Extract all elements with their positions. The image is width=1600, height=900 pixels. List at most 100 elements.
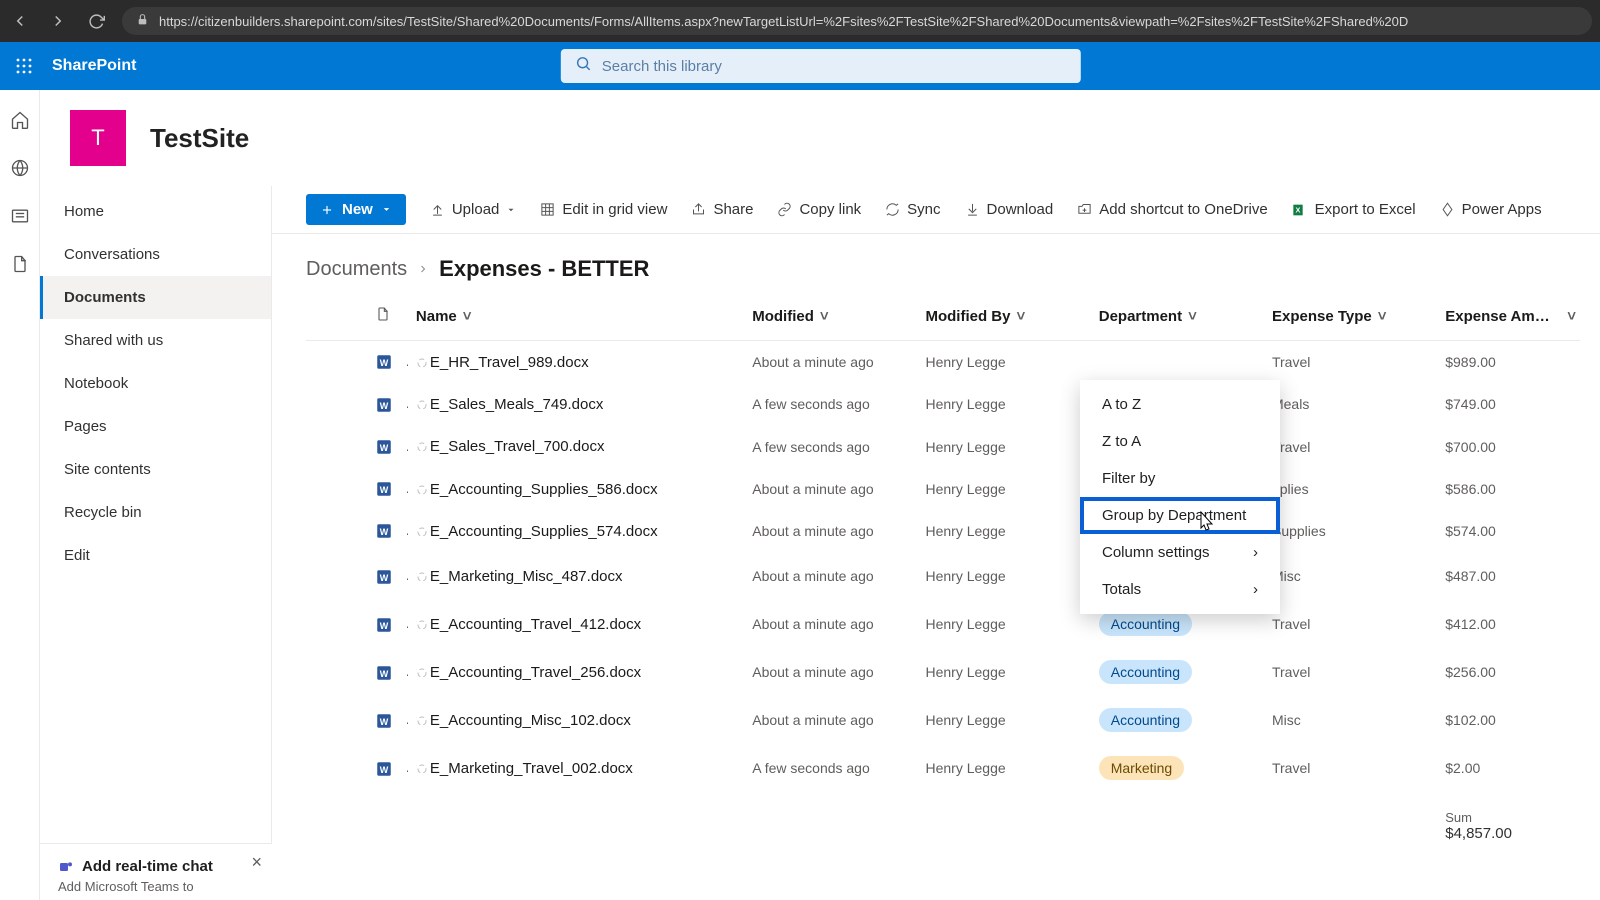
reload-icon[interactable]: [84, 9, 108, 33]
news-icon[interactable]: [10, 206, 30, 226]
file-name[interactable]: E_Accounting_Supplies_574.docx: [408, 510, 744, 552]
file-name[interactable]: E_HR_Travel_989.docx: [408, 341, 744, 384]
table-row[interactable]: WE_Marketing_Misc_487.docxAbout a minute…: [306, 552, 1580, 600]
modified-by-cell[interactable]: Henry Legge: [917, 383, 1090, 425]
forward-icon[interactable]: [46, 9, 70, 33]
nav-item-documents[interactable]: Documents: [40, 276, 271, 319]
powerapps-button[interactable]: Power Apps: [1440, 201, 1542, 218]
nav-item-conversations[interactable]: Conversations: [40, 233, 271, 276]
menu-filter-by[interactable]: Filter by: [1080, 460, 1280, 497]
table-row[interactable]: WE_Accounting_Travel_412.docxAbout a min…: [306, 600, 1580, 648]
edit-grid-button[interactable]: Edit in grid view: [540, 201, 667, 218]
col-expense-amount[interactable]: Expense Am…˅: [1437, 292, 1580, 341]
svg-text:W: W: [380, 716, 389, 726]
sync-button[interactable]: Sync: [885, 201, 940, 218]
modified-cell: About a minute ago: [744, 341, 917, 384]
breadcrumb-current: Expenses - BETTER: [439, 256, 649, 282]
files-icon[interactable]: [10, 254, 30, 274]
col-department[interactable]: Department˅: [1091, 292, 1264, 341]
col-name[interactable]: Name˅: [408, 292, 744, 341]
search-input[interactable]: [602, 58, 1067, 75]
word-file-icon: W: [375, 664, 393, 682]
new-button[interactable]: New: [306, 194, 406, 225]
department-cell: Accounting: [1091, 696, 1264, 744]
site-logo[interactable]: T: [70, 110, 126, 166]
file-name[interactable]: E_Marketing_Travel_002.docx: [408, 744, 744, 792]
department-cell: Marketing: [1091, 744, 1264, 792]
search-box[interactable]: [561, 49, 1081, 83]
modified-cell: A few seconds ago: [744, 383, 917, 425]
back-icon[interactable]: [8, 9, 32, 33]
shortcut-button[interactable]: Add shortcut to OneDrive: [1077, 201, 1267, 218]
nav-item-edit[interactable]: Edit: [40, 534, 271, 577]
share-button[interactable]: Share: [691, 201, 753, 218]
nav-item-notebook[interactable]: Notebook: [40, 362, 271, 405]
address-bar[interactable]: https://citizenbuilders.sharepoint.com/s…: [122, 7, 1592, 35]
col-modified-by[interactable]: Modified By˅: [917, 292, 1090, 341]
browser-toolbar: https://citizenbuilders.sharepoint.com/s…: [0, 0, 1600, 42]
file-name[interactable]: E_Accounting_Misc_102.docx: [408, 696, 744, 744]
modified-by-cell[interactable]: Henry Legge: [917, 510, 1090, 552]
table-row[interactable]: WE_Accounting_Misc_102.docxAbout a minut…: [306, 696, 1580, 744]
col-expense-type[interactable]: Expense Type˅: [1264, 292, 1437, 341]
menu-column-settings[interactable]: Column settings›: [1080, 534, 1280, 571]
nav-item-home[interactable]: Home: [40, 190, 271, 233]
site-title[interactable]: TestSite: [150, 123, 249, 154]
menu-sort-za[interactable]: Z to A: [1080, 423, 1280, 460]
word-file-icon: W: [375, 616, 393, 634]
expense-amount-cell: $749.00: [1437, 383, 1580, 425]
menu-group-by[interactable]: Group by Department: [1080, 497, 1280, 534]
modified-by-cell[interactable]: Henry Legge: [917, 696, 1090, 744]
promo-subtitle: Add Microsoft Teams to: [58, 879, 254, 894]
modified-by-cell[interactable]: Henry Legge: [917, 552, 1090, 600]
copy-link-button[interactable]: Copy link: [777, 201, 861, 218]
file-name[interactable]: E_Sales_Travel_700.docx: [408, 426, 744, 468]
svg-text:W: W: [380, 668, 389, 678]
nav-item-recycle-bin[interactable]: Recycle bin: [40, 491, 271, 534]
col-select[interactable]: [306, 292, 367, 341]
file-name[interactable]: E_Sales_Meals_749.docx: [408, 383, 744, 425]
nav-item-pages[interactable]: Pages: [40, 405, 271, 448]
modified-by-cell[interactable]: Henry Legge: [917, 744, 1090, 792]
modified-cell: A few seconds ago: [744, 426, 917, 468]
modified-cell: A few seconds ago: [744, 744, 917, 792]
table-row[interactable]: WE_Marketing_Travel_002.docxA few second…: [306, 744, 1580, 792]
modified-by-cell[interactable]: Henry Legge: [917, 648, 1090, 696]
menu-sort-az[interactable]: A to Z: [1080, 386, 1280, 423]
nav-item-site-contents[interactable]: Site contents: [40, 448, 271, 491]
svg-text:W: W: [380, 443, 389, 453]
table-row[interactable]: WE_Accounting_Supplies_574.docxAbout a m…: [306, 510, 1580, 552]
modified-by-cell[interactable]: Henry Legge: [917, 341, 1090, 384]
upload-button[interactable]: Upload: [430, 201, 517, 218]
app-launcher-icon[interactable]: [0, 42, 48, 90]
expense-amount-cell: $487.00: [1437, 552, 1580, 600]
modified-cell: About a minute ago: [744, 552, 917, 600]
table-row[interactable]: WE_Sales_Meals_749.docxA few seconds ago…: [306, 383, 1580, 425]
breadcrumb-parent[interactable]: Documents: [306, 258, 407, 281]
menu-totals[interactable]: Totals›: [1080, 571, 1280, 608]
globe-icon[interactable]: [10, 158, 30, 178]
file-name[interactable]: E_Accounting_Travel_256.docx: [408, 648, 744, 696]
col-modified[interactable]: Modified˅: [744, 292, 917, 341]
table-row[interactable]: WE_Accounting_Travel_256.docxAbout a min…: [306, 648, 1580, 696]
table-row[interactable]: WE_HR_Travel_989.docxAbout a minute agoH…: [306, 341, 1580, 384]
brand-label[interactable]: SharePoint: [48, 57, 136, 75]
file-name[interactable]: E_Marketing_Misc_487.docx: [408, 552, 744, 600]
download-button[interactable]: Download: [965, 201, 1054, 218]
document-table: Name˅ Modified˅ Modified By˅ Department˅…: [306, 292, 1580, 854]
home-icon[interactable]: [10, 110, 30, 130]
promo-title: Add real-time chat: [82, 858, 213, 875]
nav-item-shared-with-us[interactable]: Shared with us: [40, 319, 271, 362]
table-row[interactable]: WE_Accounting_Supplies_586.docxAbout a m…: [306, 468, 1580, 510]
export-excel-button[interactable]: XExport to Excel: [1292, 201, 1416, 218]
modified-by-cell[interactable]: Henry Legge: [917, 600, 1090, 648]
modified-by-cell[interactable]: Henry Legge: [917, 468, 1090, 510]
modified-by-cell[interactable]: Henry Legge: [917, 426, 1090, 468]
file-name[interactable]: E_Accounting_Supplies_586.docx: [408, 468, 744, 510]
file-name[interactable]: E_Accounting_Travel_412.docx: [408, 600, 744, 648]
close-icon[interactable]: ×: [251, 852, 262, 873]
word-file-icon: W: [375, 480, 393, 498]
lock-icon: [136, 13, 149, 29]
table-row[interactable]: W E_Sales_Travel_700.docxA few seconds ag…: [306, 426, 1580, 468]
col-type-icon[interactable]: [367, 292, 408, 341]
